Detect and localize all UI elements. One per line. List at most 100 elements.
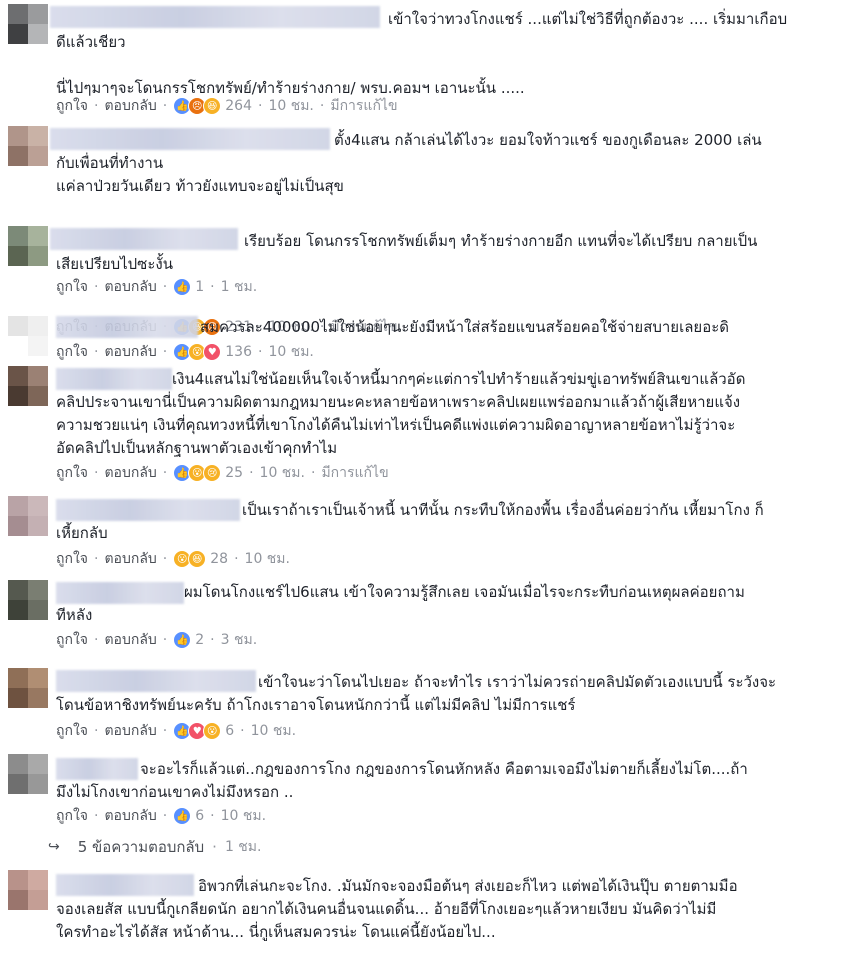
reactions[interactable]: 👍 <box>173 631 192 649</box>
comment-text: ตั้ง4แสน กล้าเล่นได้ไงวะ ยอมใจท้าวแชร์ ข… <box>56 131 762 195</box>
comment-actions: ถูกใจ · ตอบกลับ · 👍 1 · 1 ชม. <box>56 277 257 297</box>
comment: อิพวกที่เล่นกะจะโกง. .มันมักจะจองมือต้นๆ… <box>0 860 864 974</box>
avatar[interactable] <box>8 226 48 266</box>
reactions[interactable]: 👍 😮 😢 <box>173 464 222 482</box>
reply-arrow-icon: ↪ <box>48 839 60 855</box>
reply-button[interactable]: ตอบกลับ <box>104 548 156 570</box>
avatar[interactable] <box>8 668 48 708</box>
comment-text: เป็นเราถ้าเราเป็นเจ้าหนี้ นาทีนั้น กระทื… <box>56 501 764 542</box>
separator: · <box>162 808 168 824</box>
timestamp[interactable]: 1 ชม. <box>221 276 258 298</box>
reactions[interactable]: 👍 😮 ♥ <box>173 343 222 361</box>
timestamp[interactable]: 10 ชม. <box>251 720 296 742</box>
like-button[interactable]: ถูกใจ <box>56 95 88 117</box>
separator: · <box>94 98 99 114</box>
like-reaction-icon: 👍 <box>173 631 192 649</box>
comment-text: เรียบร้อย โดนกรรโชกทรัพย์เต็มๆ ทำร้ายร่า… <box>56 232 758 273</box>
avatar[interactable] <box>8 366 48 406</box>
separator: · <box>162 279 168 295</box>
reply-button[interactable]: ตอบกลับ <box>104 341 156 363</box>
reply-button[interactable]: ตอบกลับ <box>104 805 156 827</box>
reactions[interactable]: 👍 <box>173 278 192 296</box>
reaction-count[interactable]: 6 <box>225 723 234 739</box>
reply-button[interactable]: ตอบกลับ <box>104 95 156 117</box>
separator: · <box>310 465 316 481</box>
view-replies-link[interactable]: ↪ 5 ข้อความตอบกลับ · 1 ชม. <box>48 837 261 857</box>
avatar[interactable] <box>8 316 48 356</box>
comment-actions: ถูกใจ · ตอบกลับ · 👍 😮 ♥ 136 · 10 ชม. <box>56 342 314 362</box>
separator: · <box>94 551 99 567</box>
timestamp[interactable]: 10 ชม. <box>260 462 305 484</box>
separator: · <box>162 632 168 648</box>
avatar[interactable] <box>8 754 48 794</box>
comment: ตั้ง4แสน กล้าเล่นได้ไงวะ ยอมใจท้าวแชร์ ข… <box>0 118 864 336</box>
avatar[interactable] <box>8 870 48 910</box>
love-reaction-icon: ♥ <box>203 343 222 361</box>
reaction-count[interactable]: 136 <box>225 344 252 360</box>
avatar[interactable] <box>8 580 48 620</box>
comment-text: เงิน4แสนไม่ใช่น้อยเห็นใจเจ้าหนี้มากๆค่ะแ… <box>56 370 746 457</box>
reaction-count[interactable]: 264 <box>225 98 252 114</box>
replies-count-label[interactable]: 5 ข้อความตอบกลับ <box>78 835 204 859</box>
separator: · <box>94 808 99 824</box>
reply-button[interactable]: ตอบกลับ <box>104 276 156 298</box>
like-button[interactable]: ถูกใจ <box>56 805 88 827</box>
like-button[interactable]: ถูกใจ <box>56 341 88 363</box>
reply-button[interactable]: ตอบกลับ <box>104 629 156 651</box>
reactions[interactable]: 😮 😆 <box>173 550 207 568</box>
comment-actions: ถูกใจ · ตอบกลับ · 👍 😮 😢 25 · 10 ชม. · มีกา… <box>56 463 389 483</box>
comment-text: เข้าใจว่าทวงโกงแชร์ ...แต่ไม่ใช่วิธีที่ถ… <box>56 10 788 97</box>
reply-button[interactable]: ตอบกลับ <box>104 720 156 742</box>
like-reaction-icon: 👍 <box>173 807 192 825</box>
reactions[interactable]: 👍 😠 😆 <box>173 97 222 115</box>
timestamp[interactable]: 10 ชม. <box>221 805 266 827</box>
comment: เข้าใจว่าทวงโกงแชร์ ...แต่ไม่ใช่วิธีที่ถ… <box>0 0 864 118</box>
reactions[interactable]: 👍 <box>173 807 192 825</box>
reaction-count[interactable]: 6 <box>195 808 204 824</box>
like-button[interactable]: ถูกใจ <box>56 276 88 298</box>
separator: · <box>319 98 325 114</box>
separator: · <box>210 279 215 295</box>
separator: · <box>162 465 168 481</box>
comment-text: จะอะไรก็แล้วแต่..กฎของการโกง กฎของการโดน… <box>56 760 748 801</box>
avatar[interactable] <box>8 496 48 536</box>
like-button[interactable]: ถูกใจ <box>56 629 88 651</box>
reactions[interactable]: 👍 ♥ 😮 <box>173 722 222 740</box>
separator: · <box>234 551 239 567</box>
avatar[interactable] <box>8 4 48 44</box>
comment: เป็นเราถ้าเราเป็นเจ้าหนี้ นาทีนั้น กระทื… <box>0 492 864 576</box>
haha-reaction-icon: 😆 <box>203 97 222 115</box>
like-reaction-icon: 👍 <box>173 278 192 296</box>
separator: · <box>162 723 168 739</box>
reply-button[interactable]: ตอบกลับ <box>104 462 156 484</box>
comment-text: อิพวกที่เล่นกะจะโกง. .มันมักจะจองมือต้นๆ… <box>56 877 738 941</box>
reaction-count[interactable]: 25 <box>225 465 243 481</box>
comment: เงิน4แสนไม่ใช่น้อยเห็นใจเจ้าหนี้มากๆค่ะแ… <box>0 366 864 492</box>
replies-timestamp[interactable]: 1 ชม. <box>225 836 262 858</box>
comment-actions: ถูกใจ · ตอบกลับ · 👍 2 · 3 ชม. <box>56 630 257 650</box>
separator: · <box>94 279 99 295</box>
separator: · <box>94 632 99 648</box>
separator: · <box>94 344 99 360</box>
comment: ผมโดนโกงแชร์ไป6แสน เข้าใจความรู้สึกเลย เ… <box>0 576 864 660</box>
comment: สมควรละ400000ไม่ใช่น้อยๆนะยังมีหน้าใส่สร… <box>0 306 864 366</box>
like-button[interactable]: ถูกใจ <box>56 548 88 570</box>
separator: · <box>210 632 215 648</box>
separator: · <box>94 465 99 481</box>
timestamp[interactable]: 10 ชม. <box>268 341 313 363</box>
timestamp[interactable]: 3 ชม. <box>221 629 258 651</box>
avatar[interactable] <box>8 126 48 166</box>
reaction-count[interactable]: 2 <box>195 632 204 648</box>
reaction-count[interactable]: 1 <box>195 279 204 295</box>
like-button[interactable]: ถูกใจ <box>56 462 88 484</box>
like-button[interactable]: ถูกใจ <box>56 720 88 742</box>
edited-label[interactable]: มีการแก้ไข <box>321 462 388 484</box>
separator: · <box>162 344 168 360</box>
timestamp[interactable]: 10 ชม. <box>268 95 313 117</box>
separator: · <box>162 551 168 567</box>
edited-label[interactable]: มีการแก้ไข <box>330 95 397 117</box>
timestamp[interactable]: 10 ชม. <box>245 548 290 570</box>
reaction-count[interactable]: 28 <box>210 551 228 567</box>
comment-actions: ถูกใจ · ตอบกลับ · 👍 6 · 10 ชม. <box>56 806 266 826</box>
wow-reaction-icon: 😮 <box>203 722 222 740</box>
